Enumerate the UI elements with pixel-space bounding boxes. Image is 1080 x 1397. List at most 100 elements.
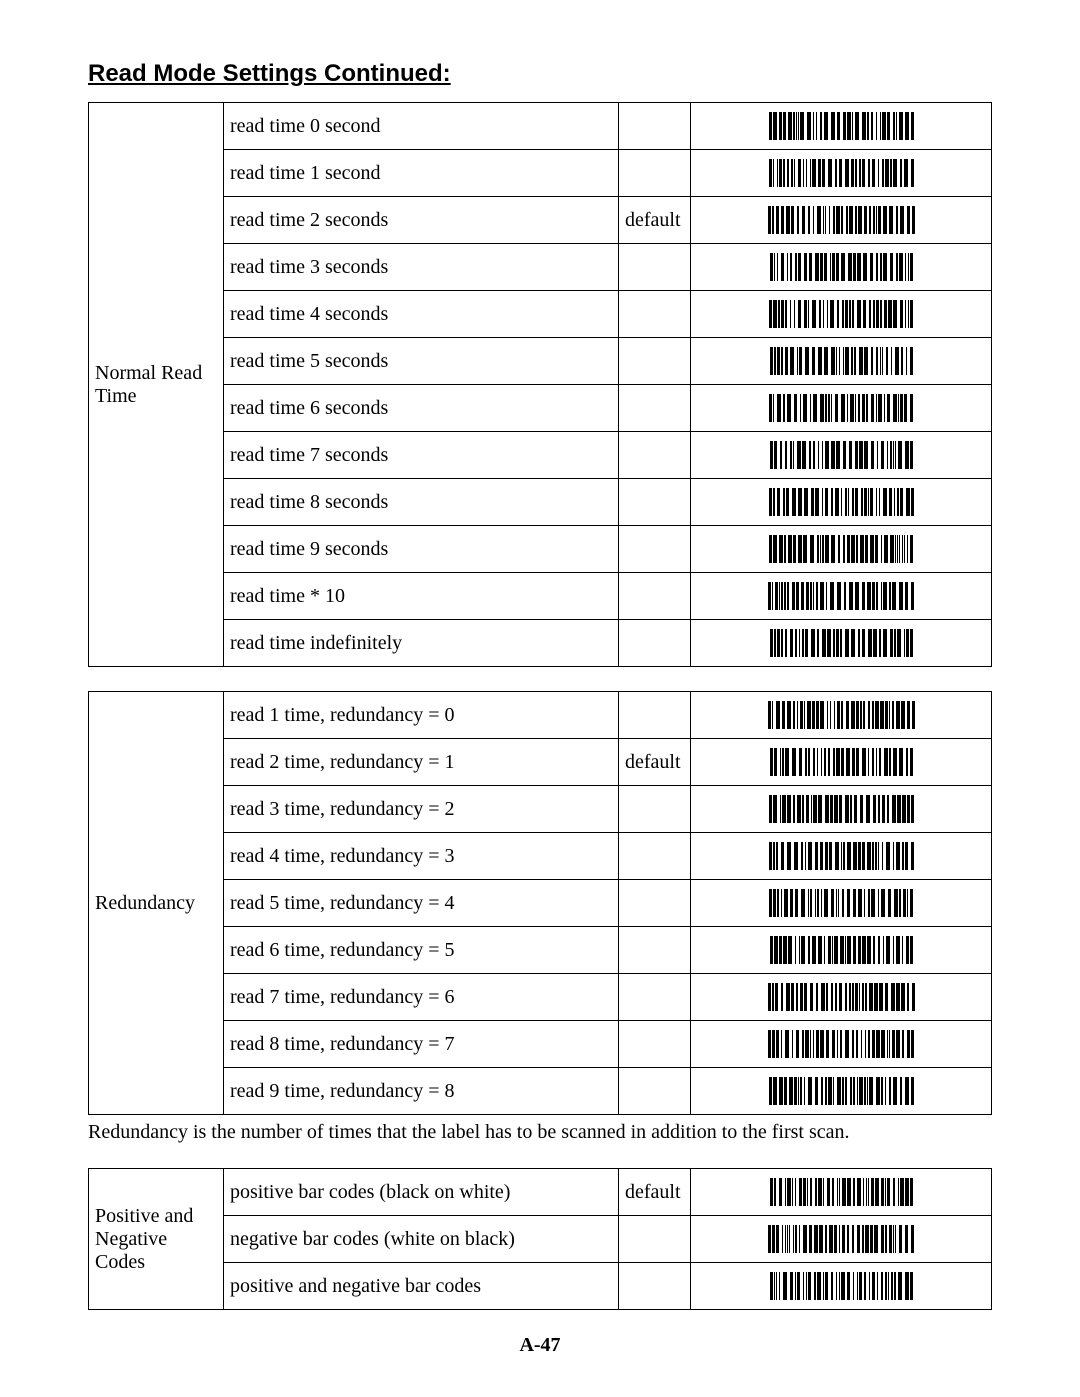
barcode xyxy=(769,889,913,917)
table-row: Normal Read Timeread time 0 second xyxy=(89,103,992,150)
setting-description: read time 6 seconds xyxy=(224,385,619,432)
barcode xyxy=(769,1077,914,1105)
group-label: Positive and Negative Codes xyxy=(89,1169,224,1310)
barcode xyxy=(770,253,913,281)
barcode-cell xyxy=(691,1021,992,1068)
barcode-cell xyxy=(691,880,992,927)
setting-description: read 6 time, redundancy = 5 xyxy=(224,927,619,974)
barcode xyxy=(768,1225,914,1253)
barcode-cell xyxy=(691,150,992,197)
settings-table: Redundancyread 1 time, redundancy = 0rea… xyxy=(88,691,992,1115)
barcode xyxy=(768,206,915,234)
group-label: Normal Read Time xyxy=(89,103,224,667)
table-row: read time 9 seconds xyxy=(89,526,992,573)
barcode xyxy=(769,488,914,516)
default-marker xyxy=(619,526,691,573)
default-marker xyxy=(619,150,691,197)
barcode xyxy=(770,1178,913,1206)
default-marker xyxy=(619,573,691,620)
setting-description: negative bar codes (white on black) xyxy=(224,1216,619,1263)
default-marker xyxy=(619,1068,691,1115)
setting-description: read time 3 seconds xyxy=(224,244,619,291)
setting-description: read time 5 seconds xyxy=(224,338,619,385)
setting-description: read time 2 seconds xyxy=(224,197,619,244)
setting-description: read 7 time, redundancy = 6 xyxy=(224,974,619,1021)
barcode-cell xyxy=(691,974,992,1021)
barcode xyxy=(770,748,913,776)
settings-table: Positive and Negative Codespositive bar … xyxy=(88,1168,992,1310)
default-marker xyxy=(619,692,691,739)
default-marker xyxy=(619,1263,691,1310)
table-row: read time 7 seconds xyxy=(89,432,992,479)
barcode-cell xyxy=(691,385,992,432)
barcode-cell xyxy=(691,620,992,667)
page-number: A-47 xyxy=(0,1334,1080,1357)
barcode-cell xyxy=(691,692,992,739)
default-marker: default xyxy=(619,1169,691,1216)
setting-description: positive bar codes (black on white) xyxy=(224,1169,619,1216)
setting-description: read time 4 seconds xyxy=(224,291,619,338)
default-marker xyxy=(619,974,691,1021)
default-marker xyxy=(619,291,691,338)
barcode-cell xyxy=(691,291,992,338)
table-row: negative bar codes (white on black) xyxy=(89,1216,992,1263)
table-row: read 2 time, redundancy = 1default xyxy=(89,739,992,786)
tables-host: Normal Read Timeread time 0 second read t… xyxy=(88,102,992,1310)
setting-description: read time 9 seconds xyxy=(224,526,619,573)
barcode xyxy=(769,842,914,870)
barcode-cell xyxy=(691,479,992,526)
table-row: positive and negative bar codes xyxy=(89,1263,992,1310)
barcode xyxy=(770,1272,913,1300)
default-marker xyxy=(619,385,691,432)
barcode-cell xyxy=(691,786,992,833)
barcode-cell xyxy=(691,1169,992,1216)
barcode-cell xyxy=(691,1216,992,1263)
barcode-cell xyxy=(691,197,992,244)
default-marker xyxy=(619,927,691,974)
table-row: read time 5 seconds xyxy=(89,338,992,385)
setting-description: read 4 time, redundancy = 3 xyxy=(224,833,619,880)
setting-description: positive and negative bar codes xyxy=(224,1263,619,1310)
barcode xyxy=(769,300,913,328)
default-marker xyxy=(619,1021,691,1068)
setting-description: read 8 time, redundancy = 7 xyxy=(224,1021,619,1068)
setting-description: read 1 time, redundancy = 0 xyxy=(224,692,619,739)
table-row: read 6 time, redundancy = 5 xyxy=(89,927,992,974)
barcode-cell xyxy=(691,1263,992,1310)
table-row: read 5 time, redundancy = 4 xyxy=(89,880,992,927)
setting-description: read time * 10 xyxy=(224,573,619,620)
setting-description: read 2 time, redundancy = 1 xyxy=(224,739,619,786)
redundancy-note: Redundancy is the number of times that t… xyxy=(88,1121,992,1144)
table-row: read 8 time, redundancy = 7 xyxy=(89,1021,992,1068)
barcode xyxy=(770,629,913,657)
default-marker xyxy=(619,1216,691,1263)
default-marker xyxy=(619,432,691,479)
barcode-cell xyxy=(691,739,992,786)
setting-description: read time 7 seconds xyxy=(224,432,619,479)
table-row: read 7 time, redundancy = 6 xyxy=(89,974,992,1021)
default-marker xyxy=(619,103,691,150)
default-marker xyxy=(619,620,691,667)
table-row: read time 6 seconds xyxy=(89,385,992,432)
table-row: read time 4 seconds xyxy=(89,291,992,338)
barcode xyxy=(769,112,914,140)
table-row: read time 3 seconds xyxy=(89,244,992,291)
setting-description: read time 8 seconds xyxy=(224,479,619,526)
barcode xyxy=(770,441,913,469)
table-row: Positive and Negative Codespositive bar … xyxy=(89,1169,992,1216)
default-marker xyxy=(619,479,691,526)
default-marker xyxy=(619,786,691,833)
table-row: read time * 10 xyxy=(89,573,992,620)
default-marker xyxy=(619,338,691,385)
page-title: Read Mode Settings Continued: xyxy=(88,60,992,88)
settings-table: Normal Read Timeread time 0 second read t… xyxy=(88,102,992,667)
table-row: read 4 time, redundancy = 3 xyxy=(89,833,992,880)
setting-description: read time indefinitely xyxy=(224,620,619,667)
barcode-cell xyxy=(691,927,992,974)
barcode-cell xyxy=(691,244,992,291)
default-marker: default xyxy=(619,739,691,786)
barcode-cell xyxy=(691,573,992,620)
barcode-cell xyxy=(691,432,992,479)
default-marker xyxy=(619,244,691,291)
barcode xyxy=(768,701,915,729)
